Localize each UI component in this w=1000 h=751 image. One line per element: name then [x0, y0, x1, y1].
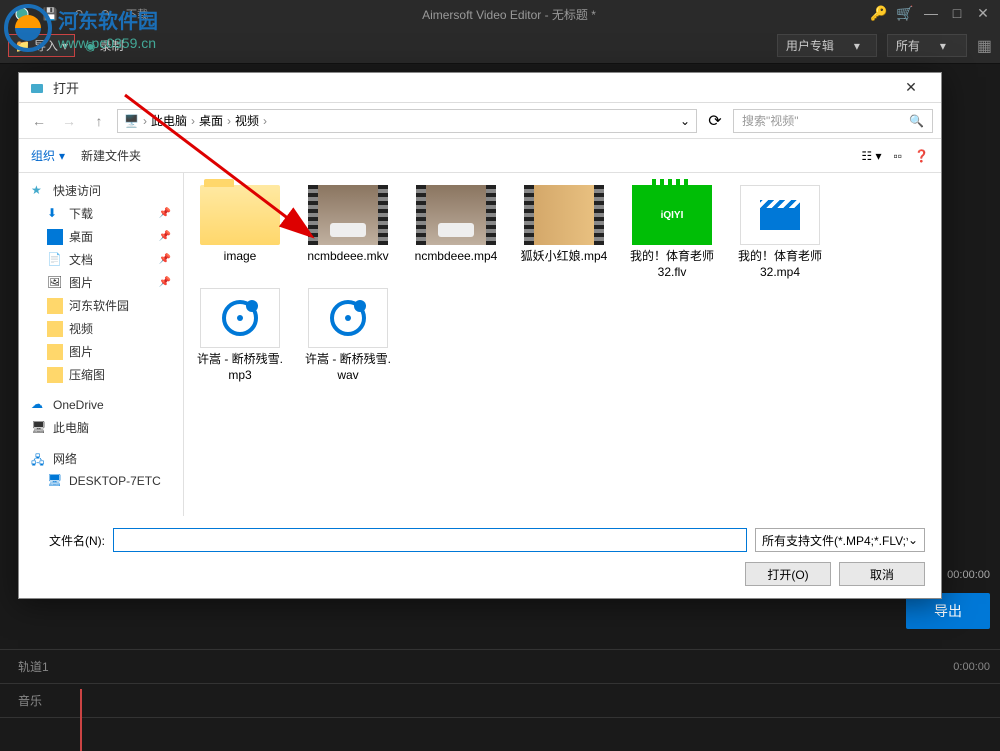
search-icon: 🔍 — [909, 114, 924, 128]
save-icon[interactable]: 💾 — [40, 4, 60, 24]
app-title: Aimersoft Video Editor - 无标题 * — [148, 6, 870, 23]
file-item-folder[interactable]: image — [196, 185, 284, 280]
nav-back-button[interactable]: ← — [27, 109, 51, 133]
time-display: 00:00:00 — [947, 569, 990, 581]
key-icon[interactable]: 🔑 — [870, 5, 888, 23]
view-mode-button[interactable]: ☷ ▾ — [861, 149, 881, 163]
sidebar-onedrive[interactable]: ☁ OneDrive — [19, 394, 183, 416]
dialog-toolbar: 组织 ▾ 新建文件夹 ☷ ▾ ▫▫ ❓ — [19, 139, 941, 173]
preview-pane-button[interactable]: ▫▫ — [894, 149, 903, 163]
video-thumbnail — [308, 185, 388, 245]
dialog-nav: ← → ↑ 🖥️ › 此电脑 › 桌面 › 视频 › ⌄ ⟳ 搜索"视频" 🔍 — [19, 103, 941, 139]
file-item-video[interactable]: ncmbdeee.mkv — [304, 185, 392, 280]
maximize-button[interactable]: □ — [948, 5, 966, 23]
dialog-title: 打开 — [53, 78, 891, 97]
monitor-icon: 🖥 — [47, 473, 63, 489]
filename-input[interactable] — [113, 528, 747, 552]
sidebar-downloads[interactable]: ⬇ 下载📌 — [19, 202, 183, 225]
folder-icon — [47, 321, 63, 337]
dialog-footer: 文件名(N): 所有支持文件(*.MP4;*.FLV;*.AV ⌄ 打开(O) … — [19, 516, 941, 598]
nav-forward-button[interactable]: → — [57, 109, 81, 133]
playhead[interactable] — [80, 689, 82, 751]
sidebar-archive[interactable]: 压缩图 — [19, 363, 183, 386]
breadcrumb[interactable]: 🖥️ › 此电脑 › 桌面 › 视频 › ⌄ — [117, 109, 697, 133]
network-icon: 🖧 — [31, 451, 47, 467]
pc-icon: 🖥 — [31, 420, 47, 436]
video-thumbnail — [416, 185, 496, 245]
folder-icon: 📁 — [15, 39, 30, 53]
sidebar-hedong[interactable]: 河东软件园 — [19, 294, 183, 317]
star-icon: ★ — [31, 183, 47, 199]
iqiyi-icon: iQIYI — [632, 185, 712, 245]
sidebar-this-pc[interactable]: 🖥 此电脑 — [19, 416, 183, 439]
dialog-icon — [29, 80, 45, 96]
timeline-track-music[interactable]: 音乐 — [0, 683, 1000, 717]
dialog-body: ★ 快速访问 ⬇ 下载📌 桌面📌 📄 文档📌 🖼 图片📌 — [19, 173, 941, 516]
sidebar-desktop-pc[interactable]: 🖥 DESKTOP-7ETC — [19, 470, 183, 492]
file-filter-combo[interactable]: 所有支持文件(*.MP4;*.FLV;*.AV ⌄ — [755, 528, 925, 552]
dialog-titlebar: 打开 ✕ — [19, 73, 941, 103]
open-button[interactable]: 打开(O) — [745, 562, 831, 586]
file-list: image ncmbdeee.mkv ncmbdeee.mp4 狐妖小红娘.mp… — [184, 173, 941, 516]
app-titlebar: 💾 ↶ ↷ 下载 Aimersoft Video Editor - 无标题 * … — [0, 0, 1000, 28]
cart-icon[interactable]: 🛒 — [896, 5, 914, 23]
minimize-button[interactable]: — — [922, 5, 940, 23]
redo-icon[interactable]: ↷ — [96, 4, 116, 24]
sidebar-desktop[interactable]: 桌面📌 — [19, 225, 183, 248]
folder-icon — [47, 367, 63, 383]
file-open-dialog: 打开 ✕ ← → ↑ 🖥️ › 此电脑 › 桌面 › 视频 › ⌄ ⟳ 搜索"视… — [18, 72, 942, 599]
pc-icon: 🖥️ — [124, 114, 139, 128]
folder-icon — [200, 185, 280, 245]
preset-combo[interactable]: 用户专辑▾ — [777, 34, 877, 57]
sidebar-documents[interactable]: 📄 文档📌 — [19, 248, 183, 271]
import-button[interactable]: 📁 导入 ▾ — [8, 34, 75, 57]
chevron-down-icon[interactable]: ⌄ — [680, 114, 690, 128]
sidebar-pictures2[interactable]: 图片 — [19, 340, 183, 363]
help-button[interactable]: ❓ — [914, 149, 929, 163]
desktop-icon — [47, 229, 63, 245]
file-item-flv[interactable]: iQIYI 我的！体育老师32.flv — [628, 185, 716, 280]
new-folder-button[interactable]: 新建文件夹 — [81, 147, 141, 164]
file-item-mp4[interactable]: 我的！体育老师32.mp4 — [736, 185, 824, 280]
cancel-button[interactable]: 取消 — [839, 562, 925, 586]
file-item-video[interactable]: 狐妖小红娘.mp4 — [520, 185, 608, 280]
filter-combo[interactable]: 所有▾ — [887, 34, 967, 57]
search-input[interactable]: 搜索"视频" 🔍 — [733, 109, 933, 133]
grid-view-icon[interactable]: ▦ — [977, 36, 992, 56]
picture-icon: 🖼 — [47, 275, 63, 291]
dialog-close-button[interactable]: ✕ — [891, 79, 931, 96]
folder-icon — [47, 298, 63, 314]
filename-label: 文件名(N): — [35, 532, 105, 549]
sidebar-quick-access[interactable]: ★ 快速访问 — [19, 179, 183, 202]
app-toolbar: 📁 导入 ▾ ◉ 录制 用户专辑▾ 所有▾ ▦ — [0, 28, 1000, 64]
folder-icon — [47, 344, 63, 360]
sidebar-pictures[interactable]: 🖼 图片📌 — [19, 271, 183, 294]
record-button[interactable]: ◉ 录制 — [85, 37, 124, 54]
download-icon: ⬇ — [47, 206, 63, 222]
nav-up-button[interactable]: ↑ — [87, 109, 111, 133]
file-item-audio[interactable]: 许嵩 - 断桥残雪.mp3 — [196, 288, 284, 383]
file-item-audio[interactable]: 许嵩 - 断桥残雪.wav — [304, 288, 392, 383]
timeline-track[interactable]: 轨道1 — [0, 649, 1000, 683]
file-item-video[interactable]: ncmbdeee.mp4 — [412, 185, 500, 280]
onedrive-icon: ☁ — [31, 397, 47, 413]
chevron-down-icon: ▾ — [62, 39, 68, 53]
timeline-track-empty[interactable] — [0, 717, 1000, 751]
refresh-button[interactable]: ⟳ — [703, 109, 727, 133]
undo-icon[interactable]: ↶ — [68, 4, 88, 24]
sidebar-videos[interactable]: 视频 — [19, 317, 183, 340]
organize-button[interactable]: 组织 ▾ — [31, 147, 65, 164]
audio-icon — [200, 288, 280, 348]
download-label[interactable]: 下载 — [126, 6, 148, 22]
app-icon — [12, 4, 32, 24]
video-thumbnail — [524, 185, 604, 245]
record-icon: ◉ — [85, 39, 95, 53]
sidebar-network[interactable]: 🖧 网络 — [19, 447, 183, 470]
close-button[interactable]: ✕ — [974, 5, 992, 23]
mp4-icon — [740, 185, 820, 245]
audio-icon — [308, 288, 388, 348]
dialog-sidebar: ★ 快速访问 ⬇ 下载📌 桌面📌 📄 文档📌 🖼 图片📌 — [19, 173, 184, 516]
document-icon: 📄 — [47, 252, 63, 268]
